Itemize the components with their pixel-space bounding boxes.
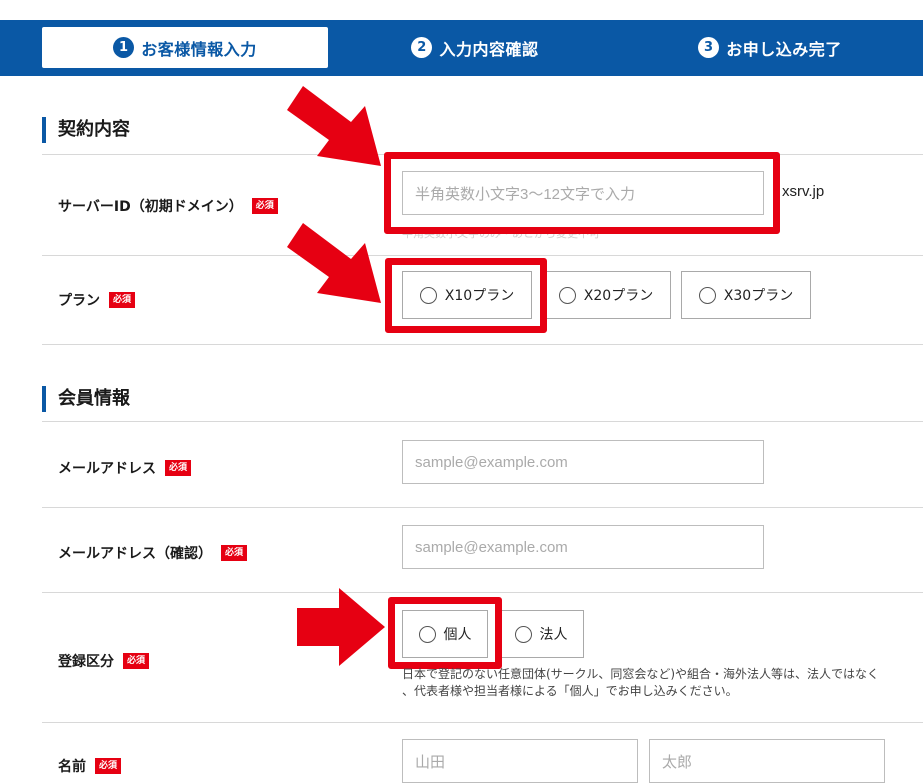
registration-type-label: 登録区分 必須 — [58, 651, 150, 671]
email-confirm-label-text: メールアドレス（確認） — [58, 546, 212, 562]
name-label: 名前 必須 — [58, 756, 122, 776]
required-badge: 必須 — [251, 198, 278, 214]
step-3-number: 3 — [698, 37, 720, 58]
plan-label: プラン 必須 — [58, 290, 136, 310]
required-badge: 必須 — [123, 653, 150, 669]
name-label-text: 名前 — [58, 759, 86, 775]
contract-section-title: 契約内容 — [42, 117, 130, 143]
step-3: 3 お申し込み完了 — [620, 27, 920, 68]
domain-suffix: xsrv.jp — [782, 183, 825, 200]
registration-type-label-text: 登録区分 — [58, 654, 114, 670]
step-2-label: 入力内容確認 — [439, 39, 539, 59]
required-badge: 必須 — [165, 460, 192, 476]
step-1: 1 お客様情報入力 — [42, 27, 328, 68]
divider — [42, 592, 923, 593]
divider — [42, 255, 923, 256]
plan-option-label: X30プラン — [723, 288, 794, 304]
red-arrow-icon — [297, 588, 385, 666]
email-label: メールアドレス 必須 — [58, 458, 192, 478]
divider — [42, 722, 923, 723]
red-arrow-icon — [287, 86, 381, 166]
step-1-number: 1 — [113, 37, 135, 58]
radio-circle-icon — [558, 286, 576, 304]
required-badge: 必須 — [221, 545, 248, 561]
member-section-title: 会員情報 — [42, 386, 130, 412]
highlight-box-plan — [385, 258, 547, 333]
registration-note-line-1: 日本で登記のない任意団体(サークル、同窓会など)や組合・海外法人等は、法人ではな… — [402, 667, 880, 681]
top-strip — [0, 0, 923, 20]
registration-option-corporation[interactable]: 法人 — [498, 610, 584, 658]
email-label-text: メールアドレス — [58, 461, 156, 477]
step-2-number: 2 — [411, 37, 433, 58]
highlight-box-server-id — [384, 152, 780, 234]
step-2: 2 入力内容確認 — [330, 27, 620, 68]
radio-circle-icon — [698, 286, 716, 304]
divider — [42, 344, 923, 345]
divider — [42, 421, 923, 422]
plan-label-text: プラン — [58, 293, 100, 309]
step-1-label: お客様情報入力 — [141, 39, 257, 59]
server-id-label: サーバーID（初期ドメイン） 必須 — [58, 196, 278, 216]
email-input[interactable]: sample@example.com — [402, 440, 764, 484]
plan-option-x30[interactable]: X30プラン — [681, 271, 811, 319]
plan-option-x20[interactable]: X20プラン — [541, 271, 671, 319]
required-badge: 必須 — [95, 758, 122, 774]
red-arrow-icon — [287, 223, 381, 303]
registration-option-label: 法人 — [539, 627, 568, 643]
email-confirm-label: メールアドレス（確認） 必須 — [58, 543, 248, 563]
step-progress-bar: 1 お客様情報入力 2 入力内容確認 3 お申し込み完了 — [0, 20, 923, 76]
divider — [42, 507, 923, 508]
last-name-input[interactable]: 山田 — [402, 739, 638, 783]
step-3-label: お申し込み完了 — [726, 39, 842, 59]
email-confirm-input[interactable]: sample@example.com — [402, 525, 764, 569]
first-name-input[interactable]: 太郎 — [649, 739, 885, 783]
registration-note-line-2: 、代表者様や担当者様による「個人」でお申し込みください。 — [402, 684, 738, 698]
radio-circle-icon — [514, 625, 532, 643]
registration-note: 日本で登記のない任意団体(サークル、同窓会など)や組合・海外法人等は、法人ではな… — [402, 666, 902, 700]
plan-option-label: X20プラン — [583, 288, 654, 304]
required-badge: 必須 — [109, 292, 136, 308]
server-id-label-text: サーバーID（初期ドメイン） — [58, 199, 243, 215]
highlight-box-registration — [388, 597, 502, 669]
